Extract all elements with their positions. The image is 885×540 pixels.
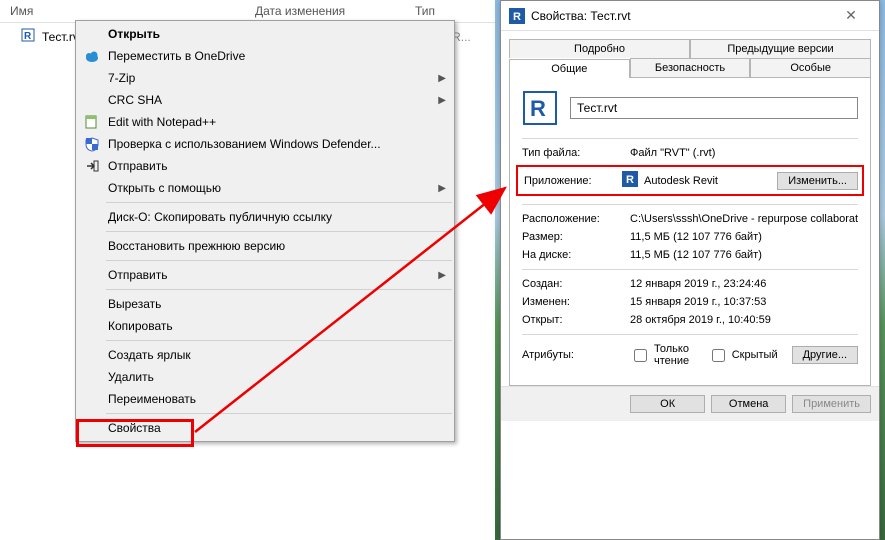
share-icon: [84, 158, 100, 174]
ctx-sendto[interactable]: Отправить▶: [78, 264, 452, 286]
ctx-shortcut[interactable]: Создать ярлык: [78, 344, 452, 366]
chevron-right-icon: ▶: [438, 95, 446, 106]
filename-input[interactable]: [570, 97, 858, 119]
created-label: Создан:: [522, 278, 630, 290]
chevron-right-icon: ▶: [438, 270, 446, 281]
ok-button[interactable]: ОК: [630, 395, 705, 413]
separator: [106, 413, 452, 414]
tab-details[interactable]: Подробно: [509, 39, 690, 58]
svg-text:R: R: [530, 96, 546, 121]
separator: [106, 289, 452, 290]
tab-general[interactable]: Общие: [509, 59, 630, 78]
col-date[interactable]: Дата изменения: [245, 0, 405, 22]
ctx-rename[interactable]: Переименовать: [78, 388, 452, 410]
ctx-disko[interactable]: Диск-O: Скопировать публичную ссылку: [78, 206, 452, 228]
revit-small-icon: R: [622, 171, 638, 190]
disk-label: На диске:: [522, 249, 630, 261]
tab-previous-versions[interactable]: Предыдущие версии: [690, 39, 871, 58]
revit-large-icon: R: [522, 90, 558, 126]
opened-value: 28 октября 2019 г., 10:40:59: [630, 314, 858, 326]
ctx-notepad[interactable]: Edit with Notepad++: [78, 111, 452, 133]
opened-label: Открыт:: [522, 314, 630, 326]
dialog-buttons: ОК Отмена Применить: [501, 386, 879, 421]
attrs-label: Атрибуты:: [522, 349, 630, 361]
properties-dialog: R Свойства: Тест.rvt ✕ Подробно Предыдущ…: [500, 0, 880, 540]
revit-file-icon: R: [20, 27, 36, 46]
separator: [106, 340, 452, 341]
col-type[interactable]: Тип: [405, 0, 495, 22]
ctx-delete[interactable]: Удалить: [78, 366, 452, 388]
ctx-7zip[interactable]: 7-Zip▶: [78, 67, 452, 89]
tab-general-body: R Тип файла: Файл "RVT" (.rvt) Приложени…: [509, 77, 871, 386]
change-app-button[interactable]: Изменить...: [777, 172, 858, 190]
annotation-highlight-app: Приложение: R Autodesk Revit Изменить...: [516, 165, 864, 196]
modified-value: 15 января 2019 г., 10:37:53: [630, 296, 858, 308]
context-menu: Открыть Переместить в OneDrive 7-Zip▶ CR…: [75, 20, 455, 442]
size-value: 11,5 МБ (12 107 776 байт): [630, 231, 858, 243]
cancel-button[interactable]: Отмена: [711, 395, 786, 413]
hidden-checkbox[interactable]: Скрытый: [708, 346, 778, 365]
close-button[interactable]: ✕: [831, 7, 871, 24]
svg-text:R: R: [24, 31, 32, 42]
dialog-titlebar[interactable]: R Свойства: Тест.rvt ✕: [501, 1, 879, 31]
ctx-copy[interactable]: Копировать: [78, 315, 452, 337]
chevron-right-icon: ▶: [438, 183, 446, 194]
shield-icon: [84, 136, 100, 152]
svg-text:R: R: [513, 11, 521, 23]
ctx-share[interactable]: Отправить: [78, 155, 452, 177]
readonly-checkbox[interactable]: Только чтение: [630, 343, 694, 367]
ctx-restore[interactable]: Восстановить прежнюю версию: [78, 235, 452, 257]
ctx-onedrive[interactable]: Переместить в OneDrive: [78, 45, 452, 67]
app-label: Приложение:: [522, 175, 622, 187]
revit-app-icon: R: [509, 8, 525, 24]
separator: [106, 202, 452, 203]
notepad-icon: [84, 114, 100, 130]
disk-value: 11,5 МБ (12 107 776 байт): [630, 249, 858, 261]
ctx-open[interactable]: Открыть: [78, 23, 452, 45]
location-value: C:\Users\sssh\OneDrive - repurpose colla…: [630, 213, 858, 225]
ctx-crcsha[interactable]: CRC SHA▶: [78, 89, 452, 111]
tab-special[interactable]: Особые: [750, 58, 871, 77]
modified-label: Изменен:: [522, 296, 630, 308]
chevron-right-icon: ▶: [438, 73, 446, 84]
location-label: Расположение:: [522, 213, 630, 225]
ctx-defender[interactable]: Проверка с использованием Windows Defend…: [78, 133, 452, 155]
col-name[interactable]: Имя: [0, 0, 245, 22]
filetype-label: Тип файла:: [522, 147, 630, 159]
filetype-value: Файл "RVT" (.rvt): [630, 147, 858, 159]
size-label: Размер:: [522, 231, 630, 243]
cloud-icon: [84, 48, 100, 64]
other-attrs-button[interactable]: Другие...: [792, 346, 858, 364]
svg-text:R: R: [626, 174, 634, 186]
tab-security[interactable]: Безопасность: [630, 58, 751, 77]
dialog-title: Свойства: Тест.rvt: [531, 9, 631, 23]
separator: [106, 260, 452, 261]
created-value: 12 января 2019 г., 23:24:46: [630, 278, 858, 290]
ctx-cut[interactable]: Вырезать: [78, 293, 452, 315]
separator: [106, 231, 452, 232]
tabs: Подробно Предыдущие версии Общие Безопас…: [501, 31, 879, 386]
ctx-properties[interactable]: Свойства: [78, 417, 452, 439]
apply-button[interactable]: Применить: [792, 395, 871, 413]
app-value: Autodesk Revit: [644, 175, 718, 187]
ctx-openwith[interactable]: Открыть с помощью▶: [78, 177, 452, 199]
